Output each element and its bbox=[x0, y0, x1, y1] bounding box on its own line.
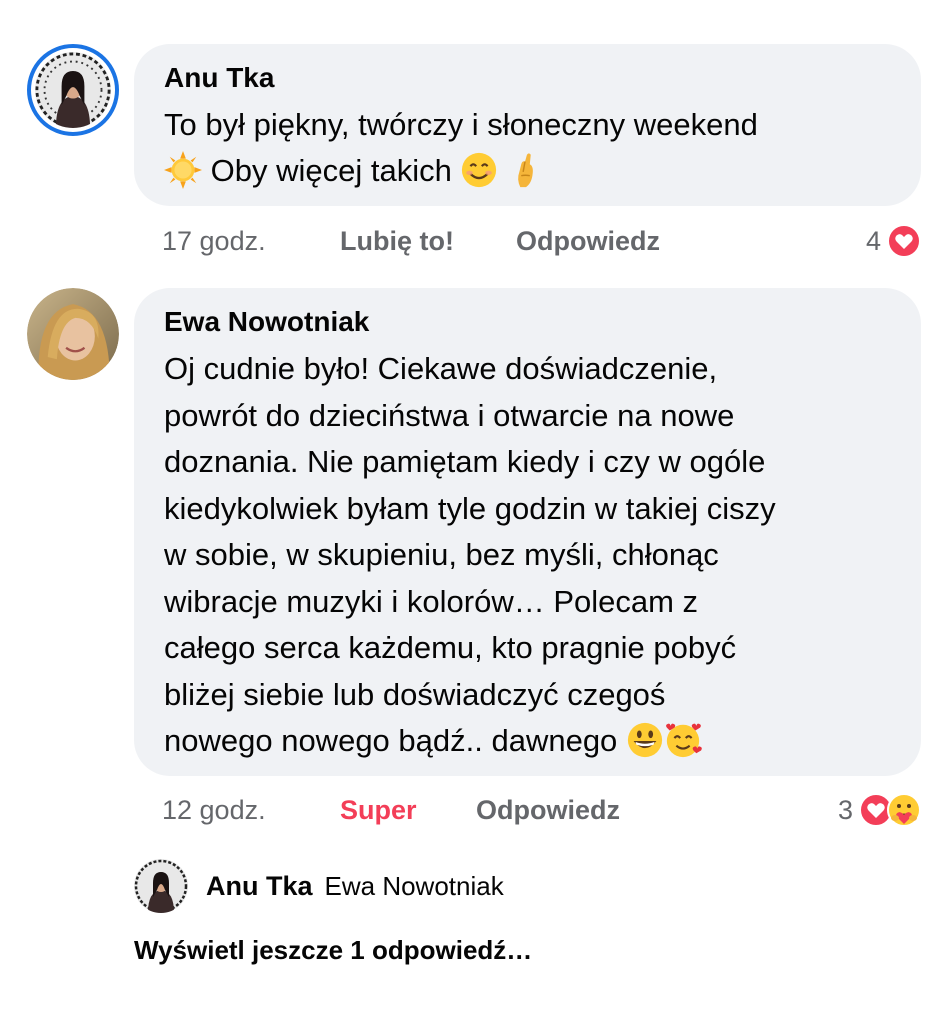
comment-text: To był piękny, twórczy i słoneczny weeke… bbox=[164, 102, 893, 194]
avatar-image bbox=[27, 288, 119, 380]
comment-actions: 17 godz. Lubię to! Odpowiedz 4 bbox=[162, 221, 921, 261]
reply-preview[interactable]: Anu Tka Ewa Nowotniak bbox=[134, 858, 504, 914]
sun-emoji bbox=[164, 151, 202, 189]
care-reaction-icon bbox=[887, 793, 921, 827]
comment-text-line: doznania. Nie pamiętam kiedy i czy w ogó… bbox=[164, 444, 766, 479]
comment-text: Oj cudnie było! Ciekawe doświadczenie, p… bbox=[164, 346, 893, 765]
reply-mention: Ewa Nowotniak bbox=[324, 870, 504, 901]
comment-bubble: Ewa Nowotniak Oj cudnie było! Ciekawe do… bbox=[134, 288, 921, 776]
smiling-face-emoji bbox=[462, 152, 497, 188]
reaction-count: 3 bbox=[837, 795, 853, 825]
reactions-summary[interactable]: 4 bbox=[866, 221, 921, 261]
comment-text-line: To był piękny, twórczy i słoneczny weeke… bbox=[164, 107, 758, 142]
comment-time[interactable]: 12 godz. bbox=[162, 790, 266, 830]
comment-text-line: bliżej siebie lub doświadczyć czegoś bbox=[164, 676, 666, 712]
avatar-image bbox=[134, 859, 188, 913]
avatar-image bbox=[35, 52, 111, 128]
love-reaction-icon bbox=[887, 224, 921, 258]
comment-text-line-last: nowego nowego bądź.. dawnego bbox=[164, 718, 893, 765]
crossed-fingers-emoji bbox=[518, 153, 533, 188]
comment-bubble: Anu Tka To był piękny, twórczy i słonecz… bbox=[134, 44, 921, 206]
reply-avatar[interactable] bbox=[134, 859, 188, 913]
comment-author[interactable]: Anu Tka bbox=[164, 60, 893, 96]
comment-text-line: Oby więcej takich bbox=[202, 153, 452, 188]
comment-text-line: w sobie, w skupieniu, bez myśli, chłonąc bbox=[164, 537, 719, 572]
smiling-face-with-hearts-emoji bbox=[666, 723, 702, 758]
grinning-face-emoji bbox=[627, 722, 663, 758]
comment-text-line: powrót do dzieciństwa i otwarcie na nowe bbox=[164, 397, 735, 433]
reply-button[interactable]: Odpowiedz bbox=[516, 221, 660, 261]
avatar-anu-tka[interactable] bbox=[27, 44, 119, 136]
like-button[interactable]: Lubię to! bbox=[340, 221, 454, 261]
reply-button[interactable]: Odpowiedz bbox=[476, 790, 620, 830]
reactions-summary[interactable]: 3 bbox=[838, 790, 921, 830]
comment-text-line: wibracje muzyki i kolorów… Polecam z bbox=[164, 583, 699, 619]
comment-actions: 12 godz. Super Odpowiedz 3 bbox=[162, 790, 921, 830]
view-more-replies-link[interactable]: Wyświetl jeszcze 1 odpowiedź… bbox=[134, 935, 532, 966]
avatar-ewa-nowotniak[interactable] bbox=[27, 288, 119, 380]
reaction-count: 4 bbox=[865, 226, 881, 256]
comment-text-line: nowego nowego bądź.. dawnego bbox=[164, 723, 626, 758]
super-reaction-button[interactable]: Super bbox=[340, 790, 417, 830]
comment-text-line: całego serca każdemu, kto pragnie pobyć bbox=[164, 630, 737, 665]
comment-time[interactable]: 17 godz. bbox=[162, 221, 266, 261]
comment-text-line: Oj cudnie było! Ciekawe doświadczenie, bbox=[164, 351, 718, 386]
comment-author[interactable]: Ewa Nowotniak bbox=[164, 304, 893, 340]
reply-author[interactable]: Anu Tka bbox=[206, 871, 313, 902]
comment-text-line: kiedykolwiek byłam tyle godzin w takiej … bbox=[164, 490, 776, 526]
